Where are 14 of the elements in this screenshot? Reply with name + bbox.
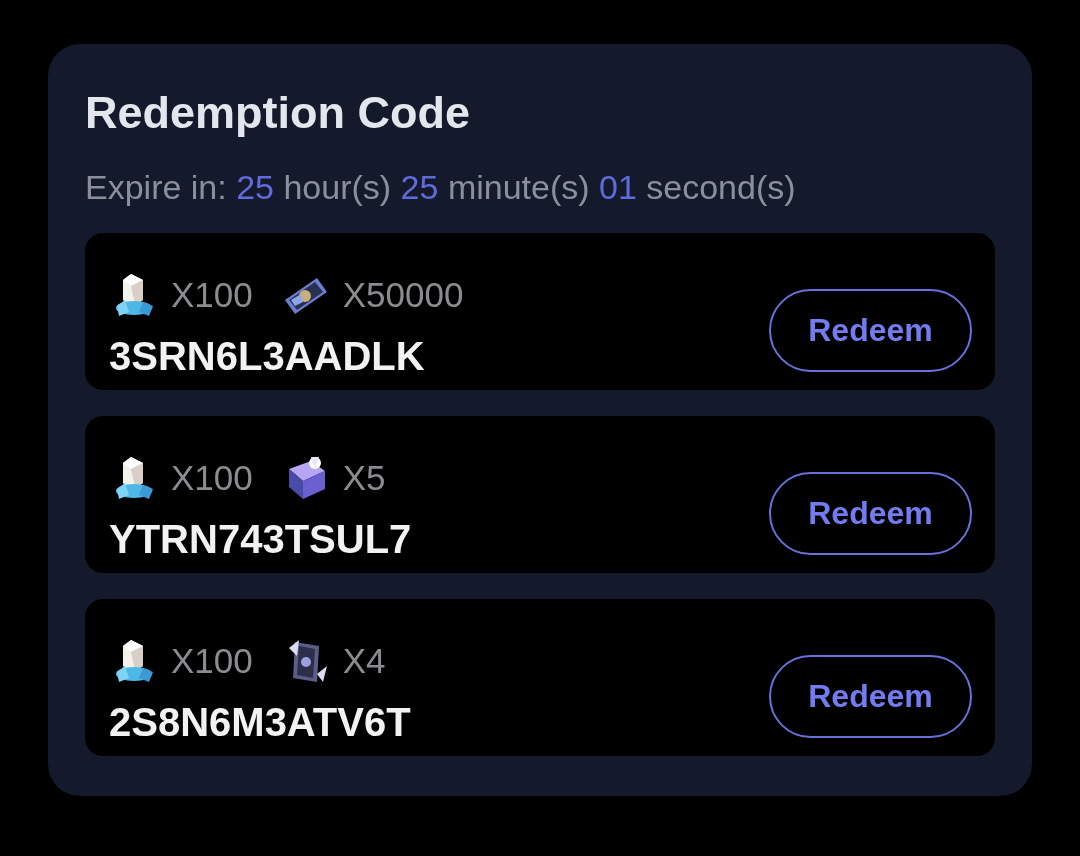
redemption-code: 3SRN6L3AADLK xyxy=(109,335,426,376)
redeem-button[interactable]: Redeem xyxy=(769,288,972,372)
redemption-code: YTRN743TSUL7 xyxy=(109,518,413,559)
reward-amount: X5 xyxy=(342,460,386,495)
card-title: Redemption Code xyxy=(85,86,471,140)
reward-amount: X100 xyxy=(171,277,253,312)
redeem-button[interactable]: Redeem xyxy=(769,654,972,738)
redeem-button[interactable]: Redeem xyxy=(769,471,972,555)
reward-amount: X100 xyxy=(171,460,253,495)
reward-amount: X100 xyxy=(171,643,253,678)
reward-amount: X50000 xyxy=(342,277,464,312)
expiry-countdown: Expire in: 25 hour(s) 25 minute(s) 01 second(s) xyxy=(85,167,797,208)
redemption-code: 2S8N6M3ATV6T xyxy=(109,701,412,742)
reward-amount: X4 xyxy=(342,643,386,678)
